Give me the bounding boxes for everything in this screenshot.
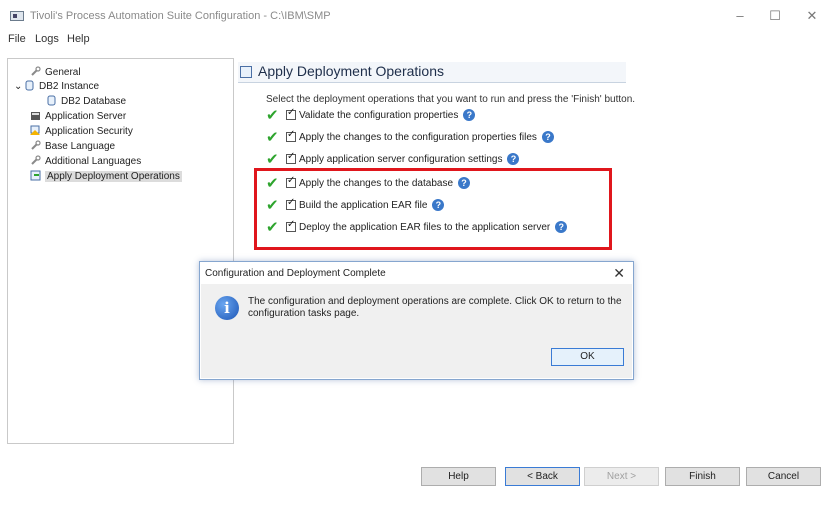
tree-item-db2-instance[interactable]: ⌄ DB2 Instance <box>14 79 99 94</box>
operation-label: Validate the configuration properties <box>299 109 459 121</box>
database-icon <box>24 80 35 91</box>
tree-item-general[interactable]: General <box>30 65 81 80</box>
next-button[interactable]: Next > <box>584 467 659 486</box>
operation-checkbox[interactable] <box>286 151 296 164</box>
window-title: Tivoli's Process Automation Suite Config… <box>30 10 331 22</box>
dialog-message: The configuration and deployment operati… <box>248 296 622 319</box>
operation-row: ✔ Validate the configuration properties … <box>266 106 476 124</box>
tree-item-application-security[interactable]: Application Security <box>30 124 133 139</box>
highlight-box <box>254 168 612 250</box>
server-icon <box>30 110 41 121</box>
tree-item-application-server[interactable]: Application Server <box>30 109 126 124</box>
operation-row: ✔ Apply the changes to the configuration… <box>266 128 554 146</box>
dialog-title: Configuration and Deployment Complete <box>205 268 386 279</box>
menu-logs[interactable]: Logs <box>35 33 59 45</box>
instructions-text: Select the deployment operations that yo… <box>266 94 636 105</box>
tree-item-base-language[interactable]: Base Language <box>30 139 115 154</box>
deploy-icon <box>240 66 252 78</box>
operation-label: Apply the changes to the configuration p… <box>299 131 537 143</box>
back-button[interactable]: < Back <box>505 467 580 486</box>
cancel-button[interactable]: Cancel <box>746 467 821 486</box>
security-warning-icon <box>30 125 41 136</box>
wrench-icon <box>30 155 41 166</box>
tree-item-apply-deployment-operations[interactable]: Apply Deployment Operations <box>30 169 182 184</box>
operation-label: Apply application server configuration s… <box>299 153 503 165</box>
operation-checkbox[interactable] <box>286 129 296 142</box>
success-check-icon: ✔ <box>266 129 279 146</box>
help-button[interactable]: Help <box>421 467 496 486</box>
menu-file[interactable]: File <box>8 33 26 45</box>
minimize-button[interactable]: – <box>725 6 755 26</box>
tree-item-additional-languages[interactable]: Additional Languages <box>30 154 141 169</box>
wrench-icon <box>30 140 41 151</box>
database-icon <box>46 95 57 106</box>
menu-help[interactable]: Help <box>67 33 90 45</box>
success-check-icon: ✔ <box>266 107 279 124</box>
tree-item-db2-database[interactable]: DB2 Database <box>46 94 126 109</box>
success-check-icon: ✔ <box>266 151 279 168</box>
deploy-icon <box>30 170 41 181</box>
dialog-body: i The configuration and deployment opera… <box>201 284 632 378</box>
close-button[interactable]: ✕ <box>797 6 827 26</box>
wrench-icon <box>30 66 41 77</box>
maximize-button[interactable]: ☐ <box>760 6 790 26</box>
app-icon <box>10 11 24 21</box>
operation-row: ✔ Apply application server configuration… <box>266 150 520 168</box>
panel-header: Apply Deployment Operations <box>238 62 626 83</box>
finish-button[interactable]: Finish <box>665 467 740 486</box>
help-icon[interactable]: ? <box>541 131 554 143</box>
ok-button[interactable]: OK <box>551 348 624 366</box>
chevron-down-icon[interactable]: ⌄ <box>14 79 24 94</box>
help-icon[interactable]: ? <box>463 109 476 121</box>
operation-checkbox[interactable] <box>286 107 296 120</box>
help-icon[interactable]: ? <box>507 153 520 165</box>
panel-title: Apply Deployment Operations <box>258 63 444 79</box>
dialog-close-icon[interactable]: ✕ <box>613 265 625 282</box>
completion-dialog: Configuration and Deployment Complete ✕ … <box>199 261 634 380</box>
navigation-tree: General ⌄ DB2 Instance DB2 Database Appli… <box>7 58 234 444</box>
info-icon: i <box>215 296 239 320</box>
